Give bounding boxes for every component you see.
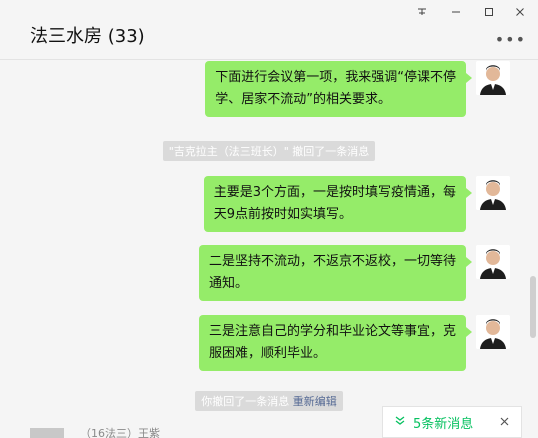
title-bar: 法三水房 (33) ••• xyxy=(0,0,538,60)
message-line: 二是坚持不流动，不返京不返校，一切等待 xyxy=(208,254,456,269)
message-line: 主要是3个方面，一是按时填写疫情通，每 xyxy=(213,185,456,200)
close-icon[interactable] xyxy=(506,2,534,22)
message-row: 主要是3个方面，一是按时填写疫情通，每 天9点前按时如实填写。 xyxy=(203,176,510,232)
avatar[interactable] xyxy=(476,245,510,279)
message-line: 通知。 xyxy=(208,276,248,291)
new-messages-label[interactable]: 5条新消息 xyxy=(413,413,473,432)
recall-notice-box: 你撤回了一条消息 重新编辑 xyxy=(195,391,343,411)
recall-text: 你撤回了一条消息 xyxy=(201,395,290,408)
message-row: 三是注意自己的学分和毕业论文等事宜，克 服困难，顺利毕业。 xyxy=(198,315,510,371)
message-line: 学、居家不流动”的相关要求。 xyxy=(215,92,391,107)
chat-area[interactable]: 下面进行会议第一项，我来强调“停课不停 学、居家不流动”的相关要求。 "吉克拉主… xyxy=(0,61,538,438)
system-message-text: "吉克拉主（法三班长）" 撤回了一条消息 xyxy=(162,141,376,161)
message-bubble[interactable]: 下面进行会议第一项，我来强调“停课不停 学、居家不流动”的相关要求。 xyxy=(205,61,472,117)
avatar[interactable] xyxy=(476,61,510,95)
minimize-icon[interactable] xyxy=(442,2,470,22)
message-line: 服困难，顺利毕业。 xyxy=(208,346,326,361)
avatar[interactable] xyxy=(476,315,510,349)
message-line: 三是注意自己的学分和毕业论文等事宜，克 xyxy=(208,324,456,339)
close-icon[interactable] xyxy=(500,415,509,430)
more-icon[interactable]: ••• xyxy=(495,30,526,49)
message-line: 天9点前按时如实填写。 xyxy=(213,207,352,222)
sender-name: （16法三）王紫 xyxy=(80,427,160,438)
scrollbar-thumb[interactable] xyxy=(530,276,536,338)
message-row: 二是坚持不流动，不返京不返校，一切等待 通知。 xyxy=(198,245,510,301)
message-bubble[interactable]: 主要是3个方面，一是按时填写疫情通，每 天9点前按时如实填写。 xyxy=(203,176,473,232)
chat-title: 法三水房 (33) xyxy=(30,26,145,47)
message-line: 下面进行会议第一项，我来强调“停课不停 xyxy=(215,70,456,85)
double-chevron-down-icon[interactable] xyxy=(395,415,405,429)
new-messages-banner[interactable]: 5条新消息 xyxy=(382,406,522,438)
avatar[interactable] xyxy=(476,176,510,210)
maximize-icon[interactable] xyxy=(475,2,503,22)
message-bubble[interactable]: 三是注意自己的学分和毕业论文等事宜，克 服困难，顺利毕业。 xyxy=(198,315,473,371)
message-row: 下面进行会议第一项，我来强调“停课不停 学、居家不流动”的相关要求。 xyxy=(205,61,510,117)
sender-avatar[interactable] xyxy=(30,428,64,438)
re-edit-link[interactable]: 重新编辑 xyxy=(293,395,337,408)
message-bubble[interactable]: 二是坚持不流动，不返京不返校，一切等待 通知。 xyxy=(198,245,473,301)
system-message: "吉克拉主（法三班长）" 撤回了一条消息 xyxy=(0,141,538,161)
pin-icon[interactable] xyxy=(408,2,436,22)
